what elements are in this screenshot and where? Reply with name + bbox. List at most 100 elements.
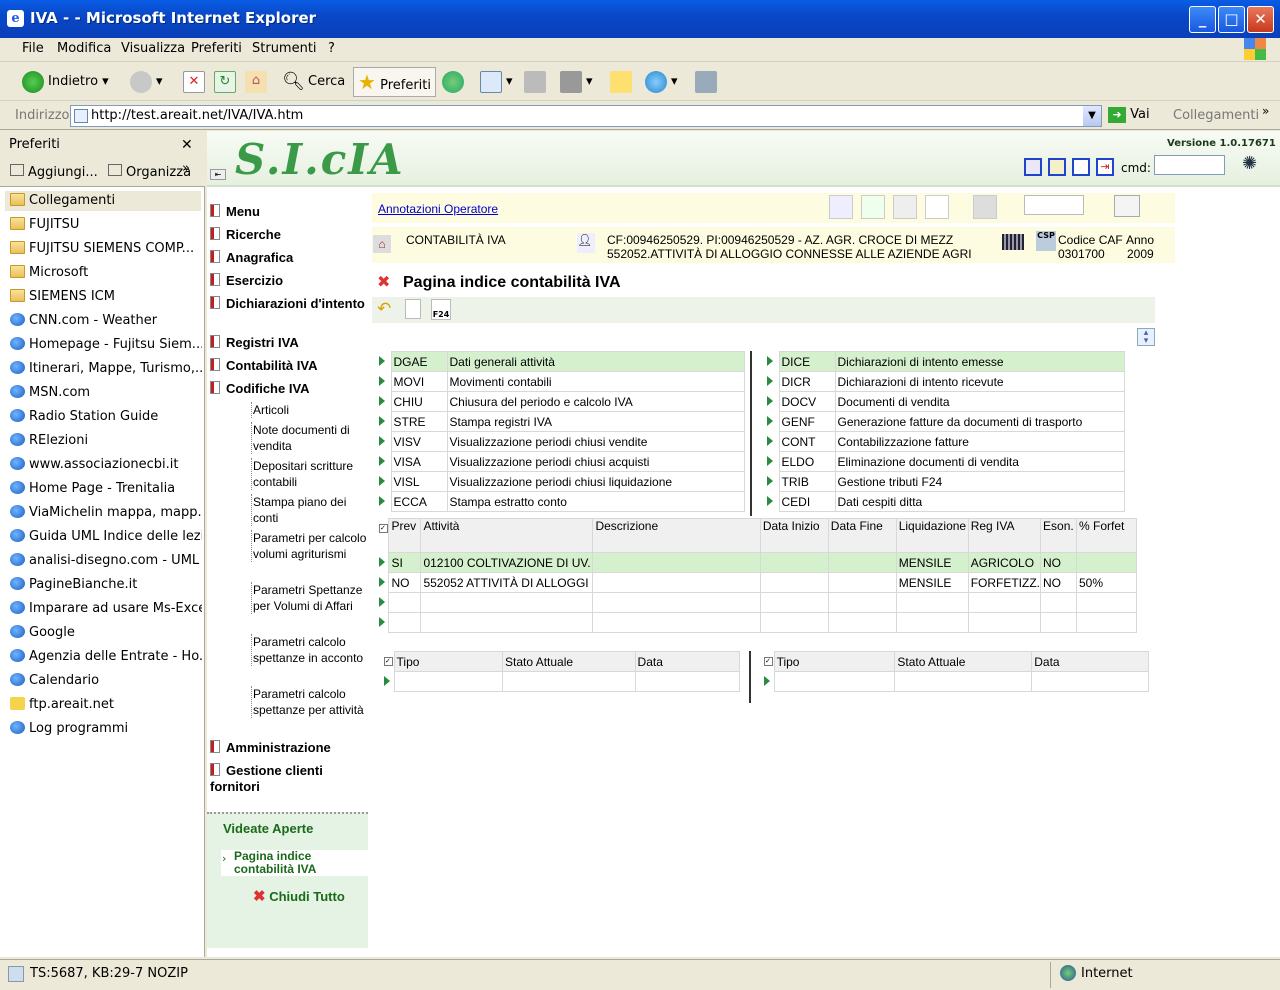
- address-dropdown-icon[interactable]: ▼: [1083, 106, 1101, 126]
- close-button[interactable]: ✕: [1247, 6, 1274, 33]
- function-row[interactable]: STRE Stampa registri IVA: [377, 411, 745, 432]
- nav-item[interactable]: Amministrazione: [210, 740, 370, 756]
- favorite-item[interactable]: Imparare ad usare Ms-Excel: [10, 599, 202, 619]
- nav-item[interactable]: Contabilità IVA: [210, 358, 370, 374]
- favorite-item[interactable]: Calendario: [10, 671, 202, 691]
- go-button[interactable]: ➜ Vai: [1108, 107, 1150, 123]
- function-row[interactable]: ELDO Eliminazione documenti di vendita: [765, 451, 1125, 472]
- column-header[interactable]: Tipo: [773, 651, 896, 672]
- history-button[interactable]: [442, 68, 468, 96]
- menu-modifica[interactable]: Modifica: [57, 41, 111, 56]
- column-header[interactable]: Descrizione: [592, 518, 761, 553]
- function-row[interactable]: TRIB Gestione tributi F24: [765, 471, 1125, 492]
- window-titlebar[interactable]: e IVA - - Microsoft Internet Explorer _ …: [0, 0, 1280, 38]
- empty-row[interactable]: [382, 671, 741, 692]
- function-row[interactable]: DOCV Documenti di vendita: [765, 391, 1125, 412]
- favorite-item[interactable]: MSN.com: [10, 383, 202, 403]
- undo-icon[interactable]: ↶: [377, 299, 391, 319]
- close-all-button[interactable]: ✖ Chiudi Tutto: [253, 887, 345, 905]
- nav-item[interactable]: Codifiche IVA: [210, 381, 370, 397]
- filter-doc-icon[interactable]: [893, 195, 917, 219]
- edit-note-icon[interactable]: [1048, 158, 1066, 176]
- favorite-item[interactable]: RElezioni: [10, 431, 202, 451]
- nav-subitem[interactable]: Parametri per calcolo volumi agriturismi: [251, 530, 371, 562]
- organize-favorites-button[interactable]: Organizza: [108, 159, 191, 187]
- nav-subitem[interactable]: Parametri Spettanze per Volumi di Affari: [251, 582, 371, 614]
- favorite-item[interactable]: ViaMichelin mappa, mapp...: [10, 503, 202, 523]
- function-row[interactable]: DGAE Dati generali attività: [377, 351, 745, 372]
- edit-button[interactable]: ▾: [560, 68, 593, 96]
- column-header[interactable]: Attività: [420, 518, 594, 553]
- research-button[interactable]: [695, 68, 721, 96]
- favorite-item[interactable]: FUJITSU: [10, 215, 202, 235]
- nav-item[interactable]: Gestione clienti fornitori: [210, 763, 370, 795]
- column-header[interactable]: Tipo: [393, 651, 504, 672]
- maximize-button[interactable]: □: [1218, 6, 1245, 33]
- back-button[interactable]: Indietro ▾: [22, 68, 109, 96]
- nav-subitem[interactable]: Stampa piano dei conti: [251, 494, 371, 526]
- favorite-item[interactable]: Google: [10, 623, 202, 643]
- column-header[interactable]: Data: [1031, 651, 1149, 672]
- filter-person-icon[interactable]: [829, 195, 853, 219]
- minimize-button[interactable]: _: [1189, 6, 1216, 33]
- filter-euro-icon[interactable]: [861, 195, 885, 219]
- favorite-item[interactable]: Collegamenti: [5, 191, 201, 211]
- favorite-item[interactable]: analisi-disegno.com - UML: [10, 551, 202, 571]
- home-button[interactable]: ⌂: [245, 68, 271, 96]
- nav-item[interactable]: Registri IVA: [210, 335, 370, 351]
- menu-strumenti[interactable]: Strumenti: [252, 41, 317, 56]
- favorite-item[interactable]: www.associazionecbi.it: [10, 455, 202, 475]
- window-list-icon[interactable]: [1024, 158, 1042, 176]
- nav-subitem[interactable]: Parametri calcolo spettanze per attività: [251, 686, 371, 718]
- bug-icon[interactable]: ✺: [1242, 153, 1264, 175]
- discuss-button[interactable]: [610, 68, 636, 96]
- favorite-item[interactable]: SIEMENS ICM: [10, 287, 202, 307]
- function-row[interactable]: MOVI Movimenti contabili: [377, 371, 745, 392]
- annotation-input[interactable]: [1024, 195, 1084, 215]
- close-page-icon[interactable]: ✖: [377, 272, 390, 291]
- id-card-icon[interactable]: [1114, 195, 1140, 217]
- function-row[interactable]: VISL Visualizzazione periodi chiusi liqui…: [377, 471, 745, 492]
- function-row[interactable]: CHIU Chiusura del periodo e calcolo IVA: [377, 391, 745, 412]
- column-header[interactable]: Prev: [388, 518, 422, 553]
- calendar-icon[interactable]: [1002, 234, 1024, 250]
- favorite-item[interactable]: Home Page - Trenitalia: [10, 479, 202, 499]
- favorite-item[interactable]: Agenzia delle Entrate - Ho...: [10, 647, 202, 667]
- search-button[interactable]: 🔍︎ Cerca: [282, 68, 345, 96]
- function-row[interactable]: CONT Contabilizzazione fatture: [765, 431, 1125, 452]
- select-all-checkbox[interactable]: ✓: [379, 523, 388, 533]
- new-doc-icon[interactable]: [405, 299, 421, 319]
- links-chevron-icon[interactable]: »: [1262, 104, 1269, 118]
- select-all-checkbox[interactable]: ✓: [764, 656, 773, 666]
- open-view-item[interactable]: › Pagina indice contabilità IVA: [221, 850, 368, 876]
- collapse-menu-icon[interactable]: ⇤: [210, 169, 226, 180]
- menu-file[interactable]: File: [22, 41, 44, 56]
- favorite-item[interactable]: Radio Station Guide: [10, 407, 202, 427]
- column-header[interactable]: Stato Attuale: [894, 651, 1033, 672]
- column-header[interactable]: Data Fine: [827, 518, 897, 553]
- favorite-item[interactable]: Guida UML Indice delle lezi...: [10, 527, 202, 547]
- refresh-button[interactable]: ↻: [214, 68, 240, 96]
- forward-button[interactable]: ▾: [130, 68, 163, 96]
- logout-icon[interactable]: ⇥: [1096, 158, 1114, 176]
- nav-subitem[interactable]: Parametri calcolo spettanze in acconto: [251, 634, 371, 666]
- function-row[interactable]: VISV Visualizzazione periodi chiusi vendi…: [377, 431, 745, 452]
- column-header[interactable]: Eson.: [1040, 518, 1077, 553]
- favorite-item[interactable]: Log programmi: [10, 719, 202, 739]
- menu-preferiti[interactable]: Preferiti: [191, 41, 242, 56]
- annotazioni-link[interactable]: Annotazioni Operatore: [378, 202, 498, 216]
- table-row[interactable]: NO 552052 ATTIVITÀ DI ALLOGGI MENSILE FORFE…: [377, 572, 1137, 593]
- column-header[interactable]: Liquidazione: [895, 518, 969, 553]
- favorite-item[interactable]: Homepage - Fujitsu Siem...: [10, 335, 202, 355]
- empty-row[interactable]: [377, 592, 1137, 613]
- filter-icon[interactable]: [925, 195, 949, 219]
- nav-item[interactable]: Menu: [210, 204, 370, 220]
- nav-item[interactable]: Dichiarazioni d'intento: [210, 296, 370, 312]
- favorite-item[interactable]: Microsoft: [10, 263, 202, 283]
- column-header[interactable]: Data Inizio: [759, 518, 829, 553]
- table-row[interactable]: SI 012100 COLTIVAZIONE DI UV. MENSILE AGRIC…: [377, 552, 1137, 573]
- messenger-button[interactable]: ▾: [645, 68, 678, 96]
- mail-button[interactable]: ▾: [480, 68, 513, 96]
- mail-icon-app[interactable]: [1072, 158, 1090, 176]
- add-favorite-button[interactable]: Aggiungi...: [10, 159, 98, 187]
